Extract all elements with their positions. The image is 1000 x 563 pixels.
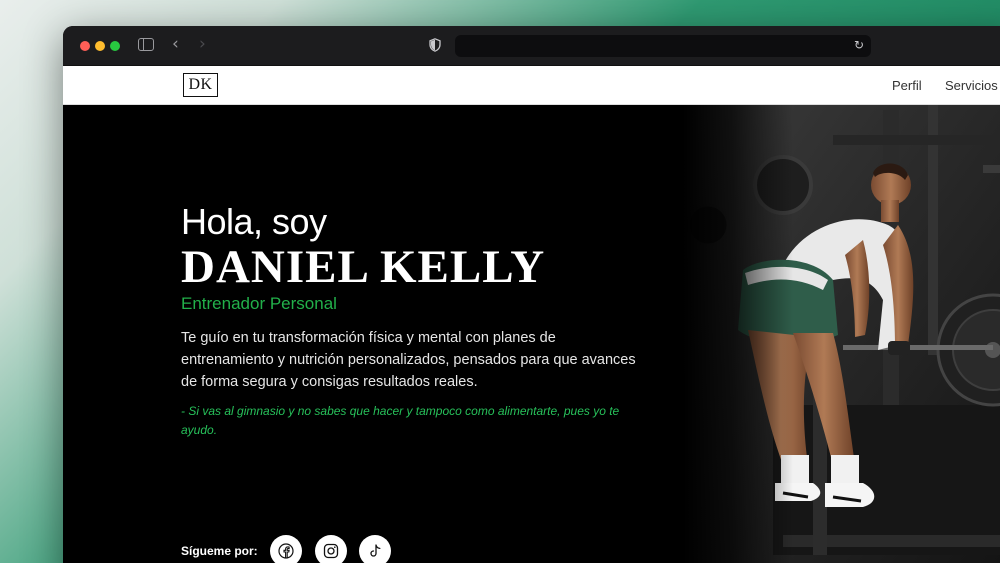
logo[interactable]: DK (183, 73, 218, 97)
tiktok-icon (370, 544, 381, 557)
hero-greeting: Hola, soy (181, 201, 327, 242)
browser-toolbar: ‹ › ↻ (63, 26, 1000, 66)
facebook-button[interactable] (270, 535, 302, 563)
hero-description: Te guío en tu transformación física y me… (181, 330, 636, 390)
hero-role: Entrenador Personal (181, 294, 337, 313)
hero-image-fade (683, 105, 793, 563)
reload-icon[interactable]: ↻ (854, 38, 864, 52)
hero-quote: - Si vas al gimnasio y no sabes que hace… (181, 404, 620, 437)
nav-link-perfil[interactable]: Perfil (892, 78, 922, 93)
back-arrow-icon[interactable]: ‹ (172, 35, 179, 53)
instagram-button[interactable] (315, 535, 347, 563)
facebook-icon (278, 543, 294, 559)
site-navbar: DK Perfil Servicios (63, 66, 1000, 105)
hero-section: Hola, soy DANIEL KELLY Entrenador Person… (63, 105, 1000, 563)
minimize-window-button[interactable] (95, 41, 105, 51)
shield-icon[interactable] (429, 38, 441, 52)
hero-name: DANIEL KELLY (181, 241, 546, 293)
forward-arrow-icon[interactable]: › (199, 35, 206, 53)
nav-link-servicios[interactable]: Servicios (945, 78, 998, 93)
sidebar-toggle-icon[interactable] (138, 38, 154, 51)
tiktok-button[interactable] (359, 535, 391, 563)
maximize-window-button[interactable] (110, 41, 120, 51)
follow-label: Sígueme por: (181, 544, 258, 558)
close-window-button[interactable] (80, 41, 90, 51)
browser-window: ‹ › ↻ DK Perfil Servicios Hola, soy DANI… (63, 26, 1000, 563)
instagram-icon (323, 543, 339, 559)
address-bar[interactable] (455, 35, 871, 57)
